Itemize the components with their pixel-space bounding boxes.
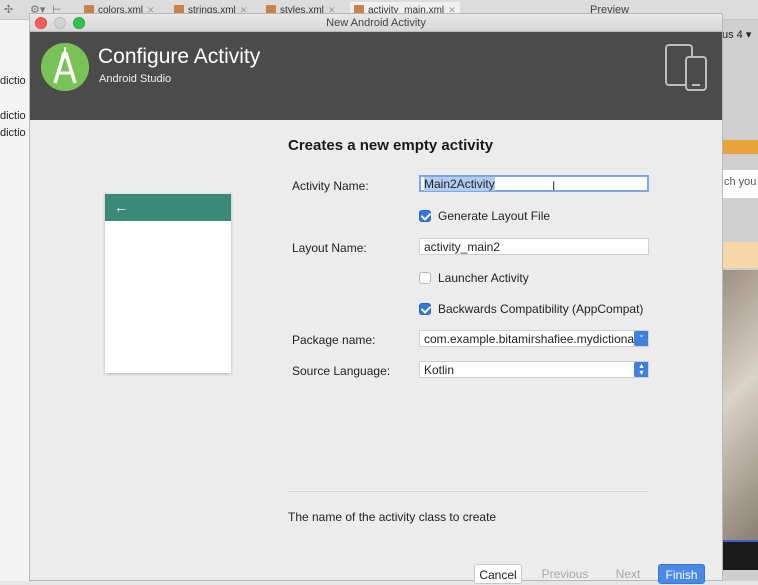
settings-icon[interactable]: ✣: [4, 3, 13, 16]
source-language-label: Source Language:: [292, 364, 391, 378]
field-hint: The name of the activity class to create: [288, 510, 497, 524]
layout-name-label: Layout Name:: [292, 241, 367, 255]
dialog-content: ← Creates a new empty activity Activity …: [30, 121, 722, 571]
backwards-compat-checkbox[interactable]: Backwards Compatibility (AppCompat): [419, 302, 643, 316]
close-window-button[interactable]: [35, 17, 47, 29]
activity-preview-card: ←: [105, 194, 231, 373]
new-activity-dialog: New Android Activity Configure Activity …: [29, 13, 723, 584]
device-selector[interactable]: us 4 ▾: [722, 28, 751, 41]
android-studio-logo-icon: [41, 43, 89, 91]
code-snippet: dictio: [0, 75, 26, 87]
code-snippet: dictio: [0, 110, 26, 122]
activity-name-field[interactable]: Main2Activity I: [419, 175, 649, 193]
header-title: Configure Activity: [98, 45, 261, 68]
preview-footer: [722, 540, 758, 570]
preview-search: ch you: [722, 170, 758, 198]
code-snippet: dictio: [0, 127, 26, 139]
activity-name-label: Activity Name:: [292, 179, 369, 193]
devices-icon: [665, 44, 707, 91]
window-titlebar: New Android Activity: [30, 14, 722, 32]
dialog-header: Configure Activity Android Studio: [30, 32, 722, 120]
package-name-combo[interactable]: com.example.bitamirshafiee.mydictiona ⌄: [419, 330, 649, 347]
layout-name-field[interactable]: activity_main2: [419, 238, 649, 255]
chevron-down-icon[interactable]: ⌄: [634, 331, 648, 346]
text-cursor-icon: I: [552, 179, 556, 193]
stepper-arrows-icon[interactable]: ▴ ▾: [634, 362, 648, 377]
finish-button[interactable]: Finish: [658, 564, 705, 584]
minimize-window-button[interactable]: [54, 17, 66, 29]
ide-editor-gutter: dictio dictio dictio: [0, 20, 30, 581]
previous-button[interactable]: Previous: [535, 564, 595, 584]
source-language-select[interactable]: Kotlin ▴ ▾: [419, 361, 649, 378]
zoom-window-button[interactable]: [73, 17, 85, 29]
ide-preview-pane: us 4 ▾ ch you: [722, 20, 758, 581]
package-name-label: Package name:: [292, 333, 376, 347]
cancel-button[interactable]: Cancel: [474, 564, 522, 584]
checkbox-checked-icon[interactable]: [419, 210, 431, 222]
preview-banner: [722, 242, 758, 268]
window-title: New Android Activity: [326, 17, 426, 29]
divider: [288, 491, 649, 492]
preview-image: [722, 270, 758, 540]
form-title: Creates a new empty activity: [288, 137, 494, 154]
next-button[interactable]: Next: [608, 564, 648, 584]
back-arrow-icon: ←: [114, 199, 128, 215]
header-subtitle: Android Studio: [99, 73, 172, 85]
preview-toolbar: [722, 140, 758, 154]
generate-layout-checkbox[interactable]: Generate Layout File: [419, 209, 550, 223]
checkbox-checked-icon[interactable]: [419, 303, 431, 315]
checkbox-unchecked-icon[interactable]: [419, 272, 431, 284]
launcher-activity-checkbox[interactable]: Launcher Activity: [419, 271, 529, 285]
preview-app-bar: ←: [105, 194, 231, 221]
dialog-footer: Cancel Previous Next Finish: [30, 564, 722, 584]
